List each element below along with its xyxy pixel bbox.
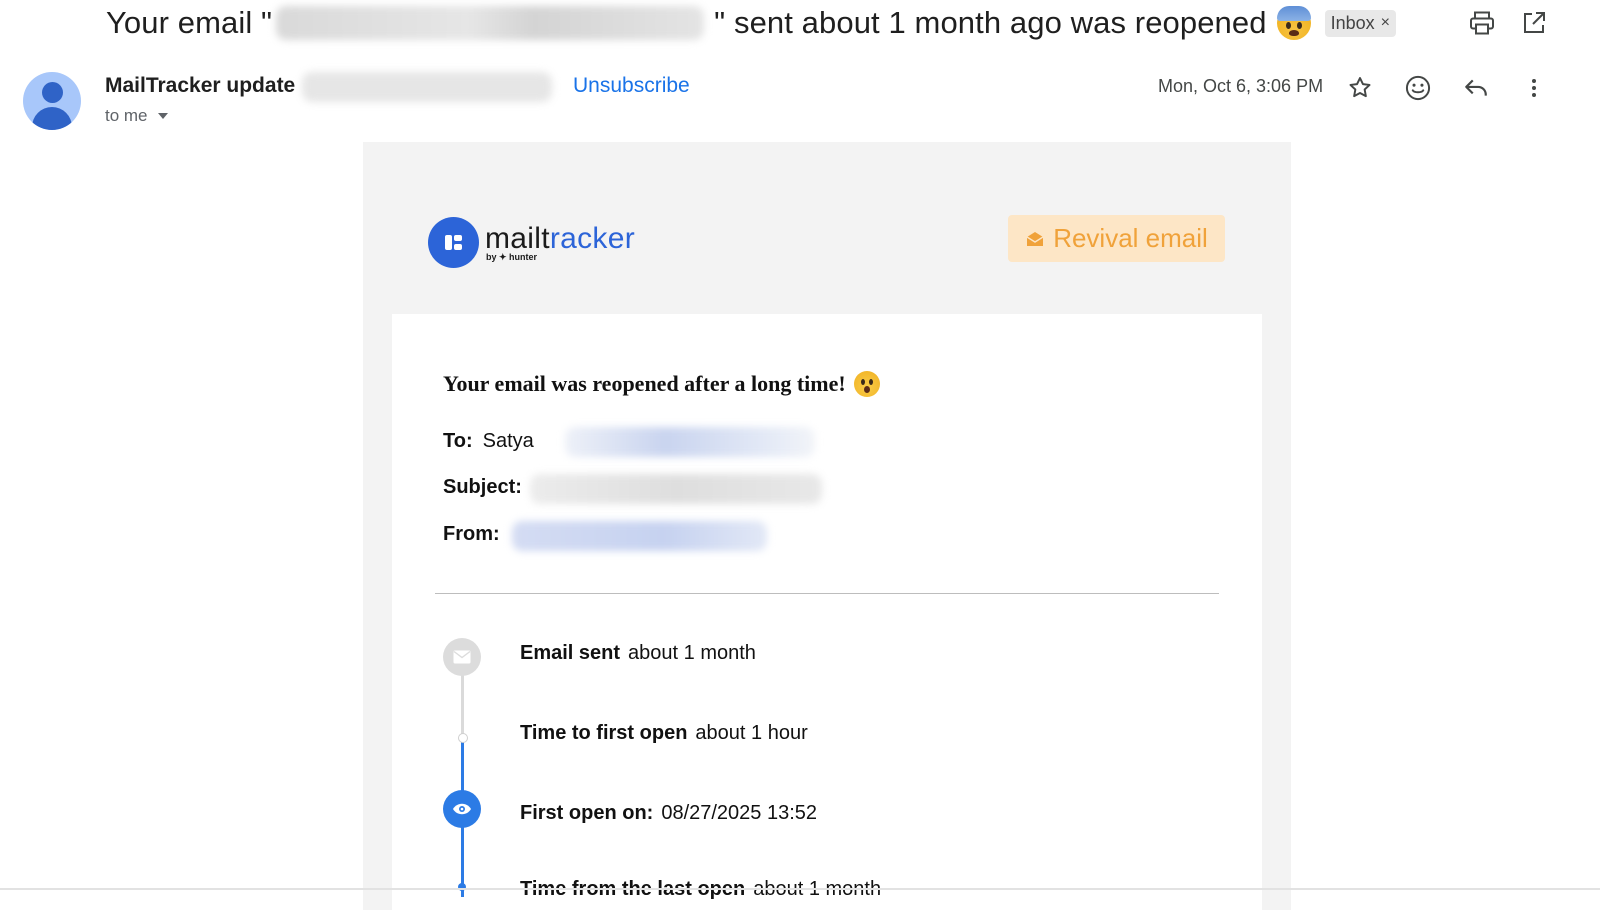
more-vert-icon[interactable]: [1517, 71, 1551, 105]
reply-icon[interactable]: [1459, 71, 1493, 105]
email-body: mailtracker by ✦ hunter Revival email Yo…: [363, 142, 1291, 914]
to-field: To: Satya: [443, 430, 534, 453]
inbox-label-chip[interactable]: Inbox ×: [1324, 9, 1396, 37]
revival-email-label: Revival email: [1053, 223, 1208, 253]
eye-icon: [443, 790, 481, 828]
revival-email-button[interactable]: Revival email: [1008, 215, 1225, 262]
mailtracker-logo-icon: [428, 217, 479, 268]
redacted-recipient-email: [565, 427, 815, 457]
to-label: To:: [443, 430, 473, 452]
mailtracker-wordmark: mailtracker: [485, 222, 635, 255]
notification-heading: Your email was reopened after a long tim…: [443, 371, 880, 397]
fearful-face-emoji-icon: [1276, 6, 1311, 40]
subject-prefix: Your email ": [106, 5, 273, 40]
sender-avatar[interactable]: [23, 72, 81, 130]
from-label: From:: [443, 523, 500, 545]
printer-icon[interactable]: [1467, 8, 1497, 38]
add-reaction-emoji-icon[interactable]: [1401, 71, 1435, 105]
viewport-bottom-border: [0, 888, 1600, 890]
email-subject: Your email " " sent about 1 month ago wa…: [106, 0, 1396, 46]
envelope-icon: [443, 638, 481, 676]
timeline-dot: [458, 733, 468, 743]
subject-label: Subject:: [443, 476, 522, 498]
recipient-details-toggle[interactable]: to me: [105, 106, 168, 126]
redacted-sender-email: [512, 521, 767, 551]
redacted-subject: [276, 6, 705, 40]
redacted-subject-value: [530, 474, 822, 504]
email-date: Mon, Oct 6, 3:06 PM: [1158, 76, 1324, 96]
remove-label-icon[interactable]: ×: [1381, 14, 1390, 32]
timeline-item-email-sent: Email sent about 1 month: [520, 642, 756, 664]
redacted-sender-address: [302, 72, 552, 102]
chevron-down-icon[interactable]: [157, 113, 168, 119]
inbox-label-text: Inbox: [1330, 12, 1375, 33]
recipient-text: to me: [105, 106, 148, 125]
subject-field: Subject:: [443, 476, 532, 499]
subject-suffix: " sent about 1 month ago was reopened: [714, 5, 1267, 40]
timeline-item-first-open: First open on: 08/27/2025 13:52: [520, 802, 818, 824]
envelope-open-icon: [1026, 231, 1044, 246]
divider: [435, 593, 1219, 594]
surprised-face-emoji-icon: [853, 371, 880, 397]
star-icon[interactable]: [1343, 71, 1377, 105]
notification-card: Your email was reopened after a long tim…: [392, 314, 1262, 914]
to-value: Satya: [482, 430, 534, 452]
timeline-item-time-to-first-open: Time to first open about 1 hour: [520, 722, 808, 744]
mailtracker-byline: by ✦ hunter: [486, 252, 538, 262]
sender-name[interactable]: MailTracker update: [105, 74, 295, 98]
open-in-new-icon[interactable]: [1519, 8, 1549, 38]
unsubscribe-link[interactable]: Unsubscribe: [573, 74, 690, 98]
from-field: From:: [443, 523, 510, 546]
